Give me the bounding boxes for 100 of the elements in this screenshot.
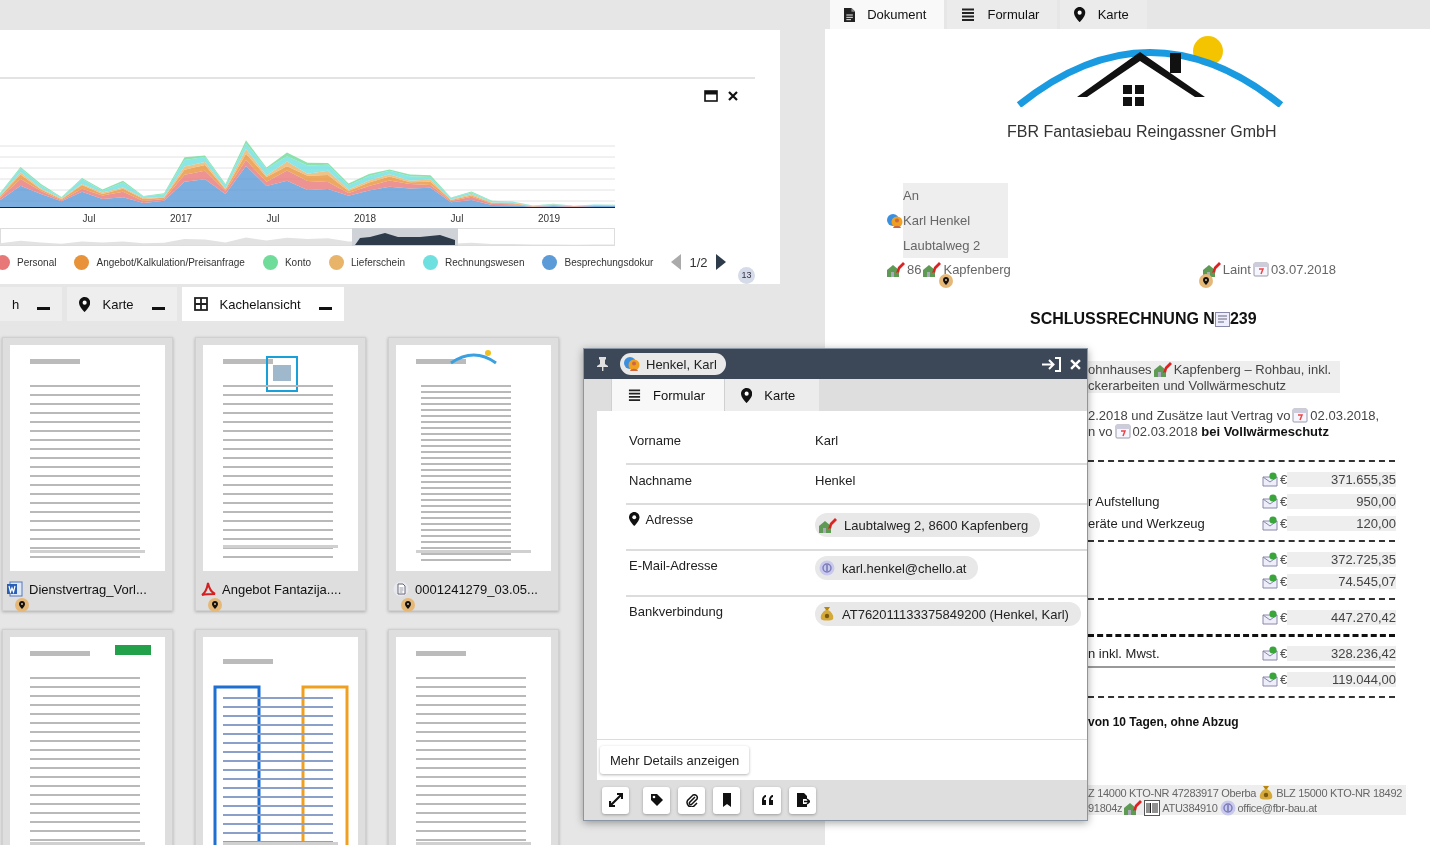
legend-label: Angebot/Kalkulation/Preisanfrage: [96, 256, 245, 268]
document-text: office@fbr-bau.at: [1237, 801, 1317, 814]
document-text: BLZ 15000 KTO-NR 18492: [1276, 786, 1403, 799]
envelope-icon: [1262, 671, 1279, 687]
window-icon[interactable]: [704, 90, 718, 102]
view-tab[interactable]: h: [0, 287, 63, 321]
document-text: Kapfenberg – Rohbau, inkl.: [1173, 361, 1332, 377]
currency-symbol: €: [1280, 471, 1288, 487]
location-badge-icon: [401, 598, 415, 612]
company-name: FBR Fantasiebau Reingassner GmbH: [1007, 123, 1278, 141]
form-tab[interactable]: Karte: [724, 379, 820, 411]
field-value: Henkel: [815, 473, 856, 490]
paperclip-button[interactable]: [678, 786, 705, 814]
minimize-icon[interactable]: [151, 306, 165, 310]
file-name: Dienstvertrag_Vorl...: [29, 581, 147, 597]
count-badge: 13: [738, 267, 755, 284]
document-icon: [393, 581, 409, 597]
currency-symbol: €: [1280, 671, 1288, 687]
view-tab[interactable]: Karte: [67, 287, 177, 321]
amount-value: 328.236,42: [1287, 645, 1396, 661]
axis-label: Jul: [449, 212, 465, 226]
field-label: Vorname: [629, 433, 682, 448]
axis-label: 2017: [168, 212, 194, 226]
value-chip[interactable]: karl.henkel@chello.at: [815, 556, 979, 580]
document-tab[interactable]: Karte: [1060, 0, 1147, 29]
date-text: 03.07.2018: [1270, 261, 1336, 277]
document-text: ohnhauses: [1088, 361, 1152, 377]
pushpin-icon[interactable]: [597, 357, 608, 371]
more-details-button[interactable]: Mehr Details anzeigen: [600, 746, 750, 774]
barcode-icon: [1144, 799, 1161, 816]
amount-value: 372.725,35: [1287, 551, 1396, 567]
address-line: Kapfenberg: [943, 261, 1011, 277]
range-navigator[interactable]: [0, 228, 615, 246]
location-badge-icon: [15, 598, 29, 612]
minimize-icon[interactable]: [37, 306, 51, 310]
currency-symbol: €: [1280, 493, 1288, 509]
envelope-icon: [1262, 645, 1279, 661]
pin-icon: [741, 387, 753, 403]
file-icon: [844, 7, 856, 22]
value-chip[interactable]: AT762011133375849200 (Henkel, Karl): [815, 602, 1081, 626]
currency-symbol: €: [1280, 515, 1288, 531]
contact-icon: [887, 212, 903, 229]
legend-label: Lieferschein: [351, 256, 405, 268]
document-text: n vo: [1088, 423, 1113, 439]
quote-icon: [760, 793, 775, 807]
legend-label: Rechnungswesen: [444, 256, 525, 268]
axis-label: Jul: [265, 212, 281, 226]
contact-chip[interactable]: Henkel, Karl: [620, 353, 726, 375]
address-line: An: [903, 187, 919, 205]
export-icon: [795, 793, 810, 807]
legend-label: Besprechungsdokur: [564, 256, 654, 268]
place-text: Laint: [1222, 261, 1251, 277]
value-chip[interactable]: Laubtalweg 2, 8600 Kapfenberg: [815, 513, 1041, 537]
expand-icon: [608, 793, 623, 807]
field-value: Karl: [815, 433, 839, 450]
envelope-icon: [1262, 471, 1279, 487]
money-bag-icon: [1258, 784, 1275, 801]
file-tile[interactable]: 0001241279_03.05...: [388, 337, 559, 611]
house-pin-icon: [1124, 800, 1143, 815]
close-icon[interactable]: [728, 91, 738, 101]
expand-button[interactable]: [602, 786, 629, 814]
payment-note: von 10 Tagen, ohne Abzug: [1088, 715, 1240, 729]
house-logo-icon: [1015, 35, 1285, 107]
legend-label: Konto: [284, 256, 312, 268]
form-tab[interactable]: Formular: [611, 379, 724, 411]
contact-icon: [624, 356, 640, 372]
location-badge-icon: [1199, 274, 1213, 288]
field-label: Bankverbindung: [629, 604, 723, 619]
document-tab[interactable]: Dokument: [830, 0, 945, 29]
bookmark-button[interactable]: [713, 786, 740, 814]
currency-symbol: €: [1280, 645, 1288, 661]
envelope-icon: [1262, 609, 1279, 625]
document-tab[interactable]: Formular: [947, 0, 1058, 29]
file-tile[interactable]: Dienstvertrag_Vorl...: [2, 337, 173, 611]
amount-value: 74.545,07: [1287, 573, 1396, 589]
envelope-icon: [1262, 515, 1279, 531]
file-tile[interactable]: Angebot Fantazija....: [195, 337, 366, 611]
field-label: Nachname: [629, 473, 692, 488]
view-tab[interactable]: Kachelansicht: [181, 287, 344, 321]
envelope-icon: [1262, 573, 1279, 589]
document-text: 02.03.2018 bei Vollwärmeschutz: [1132, 423, 1329, 439]
currency-symbol: €: [1280, 551, 1288, 567]
address-line: Karl Henkel: [903, 212, 971, 230]
list-icon: [961, 7, 976, 22]
paperclip-icon: [684, 793, 699, 807]
export-button[interactable]: [789, 786, 816, 814]
word-file-icon: [7, 581, 23, 597]
grid-icon: [193, 297, 208, 311]
document-text: 02.03.2018,: [1310, 407, 1380, 423]
amount-value: 447.270,42: [1287, 609, 1396, 625]
quote-button[interactable]: [754, 786, 781, 814]
enter-icon[interactable]: [1042, 356, 1061, 372]
tag-button[interactable]: [643, 786, 670, 814]
address-line: Laubtalweg 2: [903, 237, 981, 255]
next-icon[interactable]: [715, 254, 726, 270]
address-line: 86: [907, 261, 922, 277]
minimize-icon[interactable]: [318, 306, 332, 310]
line-item-label: r Aufstellung: [1088, 493, 1161, 509]
pdf-file-icon: [200, 581, 216, 597]
invoice-title: SCHLUSSRECHNUNG N: [1030, 310, 1215, 328]
